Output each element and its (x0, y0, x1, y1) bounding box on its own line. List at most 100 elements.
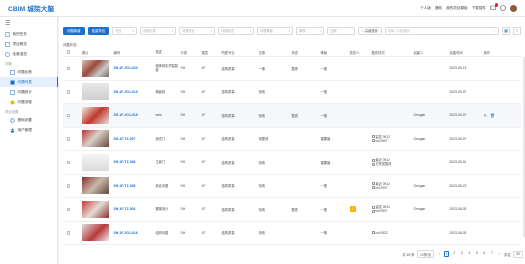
issue-photo[interactable] (81, 59, 109, 77)
sidebar-item-panorama[interactable]: 全景漫游 (0, 49, 58, 59)
page-number[interactable]: 3 (459, 251, 464, 257)
table-row[interactable]: SH-1F-TZ-005 综合问题 SH 1F 结构质量 待改 一般 最近 0912 cst 0… (63, 175, 521, 198)
checkbox-icon (371, 182, 375, 186)
batch-export-button[interactable]: 批量导出 (87, 26, 110, 35)
page-number[interactable]: 2 (452, 251, 457, 257)
filter-discipline[interactable]: 问题专业 ▾ (179, 26, 216, 35)
list-view-icon[interactable]: ≡ (513, 26, 521, 35)
page-size-select[interactable]: 10条/页 (417, 250, 435, 258)
issue-major: 结构质量 (221, 137, 235, 142)
sidebar-item-stats[interactable]: 问题统计 (0, 87, 58, 97)
sidebar-item-users[interactable]: 用户管理 (0, 125, 58, 135)
sidebar-item-label: 问题流程 (17, 99, 32, 104)
issue-position: 待改 (258, 113, 266, 118)
table-row[interactable]: SH-1F-JG1-020 墙体抹灰开裂裂缝 SH 1F 结构质量 一般 整改 一般 2023-… (63, 57, 521, 81)
sidebar-item-flow[interactable]: 问题流程 (0, 97, 58, 107)
message-icon[interactable] (490, 3, 498, 11)
advanced-search-button[interactable]: ⌕ 高级搜索 (358, 26, 382, 35)
row-checkbox[interactable] (63, 184, 72, 188)
issue-photo[interactable] (81, 177, 109, 195)
issue-level: 重要级 (320, 160, 331, 165)
page-number[interactable]: 5 (474, 251, 479, 257)
help-icon[interactable] (500, 5, 506, 11)
grid-view-icon[interactable]: ▦ (502, 26, 510, 35)
issue-creator: Gengan (413, 207, 426, 212)
issue-level: 一般 (320, 113, 328, 118)
row-checkbox[interactable] (63, 66, 72, 70)
top-bar: CBIM 城院大脑 个人版 通知 我的项目模板 下载插件 (0, 0, 525, 17)
filter-status[interactable]: 问题状态 ▾ (218, 26, 255, 35)
next-page-icon[interactable]: › (497, 252, 502, 256)
photo-cell[interactable] (72, 106, 112, 124)
sidebar-item-issue-list[interactable]: 问题列表 (0, 77, 58, 87)
issue-code-link[interactable]: SH-1F-JG1-016 (112, 231, 154, 235)
page-number[interactable]: 4 (467, 251, 472, 257)
menu-collapse-icon[interactable]: ☰ (5, 20, 10, 27)
issue-photo[interactable] (81, 224, 109, 242)
issue-code-link[interactable]: SH-1F-JG1-019 (112, 90, 154, 94)
issue-photo[interactable] (81, 130, 109, 148)
sidebar-item-ledger[interactable]: 问题台账 (0, 67, 58, 77)
top-link-notice[interactable]: 通知 (435, 6, 442, 11)
filter-review[interactable]: 审核 ▾ (296, 26, 325, 35)
issue-code-link[interactable]: SH-1F-JG1-020 (112, 66, 154, 70)
col-category: 分类 (180, 50, 188, 55)
row-checkbox[interactable] (63, 231, 72, 235)
delete-icon[interactable]: 🗑 (490, 113, 495, 118)
filter-review-placeholder: 审核 (299, 29, 306, 33)
table-row[interactable]: SH-1F-TZ-007 测试门 SH 1F 结构质量 待整改 重要级 监控 0912 cst … (63, 128, 521, 151)
table-row[interactable]: SH-1F-TZ-003 楼梯设计 SH 1F 结构质量 待改 整改 一般! 监控 0912 cs… (63, 198, 521, 222)
col-fix: 整改情况 (371, 50, 385, 55)
issue-photo[interactable] (81, 153, 109, 171)
photo-cell[interactable] (72, 59, 112, 77)
photo-cell[interactable] (72, 153, 112, 171)
row-checkbox[interactable] (63, 160, 72, 164)
issue-photo[interactable] (81, 83, 109, 101)
page-number[interactable]: 6 (482, 251, 487, 257)
photo-cell[interactable] (72, 130, 112, 148)
photo-cell[interactable] (72, 177, 112, 195)
row-checkbox[interactable] (63, 137, 72, 141)
filter-category[interactable]: 问题分类 ▾ (140, 26, 177, 35)
table-row[interactable]: SH-1F-JG1-019 墙面抹 SH 1F 结构质量 待改 一般 2023-09-07 (63, 81, 521, 104)
sidebar-group-settings: 项目设置 (5, 109, 19, 114)
page-number[interactable]: 7 (489, 251, 494, 257)
table-row[interactable]: SH-1F-TZ-006 立面门 SH 1F 结构质量 待改 重要级 最近 0912 已完成整改… (63, 151, 521, 175)
issue-photo[interactable] (81, 106, 109, 124)
photo-cell[interactable] (72, 200, 112, 218)
search-input[interactable]: 请输入问题编号 ⌕ (384, 26, 499, 35)
select-all-checkbox[interactable] (63, 50, 72, 54)
sidebar-item-my-tasks[interactable]: 我的任务 (0, 29, 58, 39)
prev-page-icon[interactable]: ‹ (437, 252, 442, 256)
logo[interactable]: CBIM 城院大脑 (0, 3, 58, 13)
page-number[interactable]: 1 (444, 251, 450, 257)
filter-date[interactable]: 日期 (327, 26, 356, 35)
photo-cell[interactable] (72, 224, 112, 242)
fix-entry: cst 0907 (371, 209, 413, 213)
jump-input[interactable]: 50 (513, 250, 523, 258)
sidebar-item-overview[interactable]: 项目概览 (0, 39, 58, 49)
row-checkbox[interactable] (63, 207, 72, 211)
top-link-template[interactable]: 我的项目模板 (446, 6, 468, 11)
issue-code-link[interactable]: SH-1F-TZ-003 (112, 207, 154, 211)
top-link-personal[interactable]: 个人版 (420, 6, 431, 11)
issue-code-link[interactable]: SH-1F-TZ-007 (112, 137, 154, 141)
new-issue-button[interactable]: 问题新增 (63, 26, 85, 35)
sidebar-item-basic-settings[interactable]: 基础设置 (0, 115, 58, 125)
issue-code-link[interactable]: SH-1F-TZ-005 (112, 184, 154, 188)
table-row[interactable]: SH-1F-JG1-016 结构问题 SH 1F 结构质量 待改 一般 cst 0922 202… (63, 222, 521, 245)
row-checkbox[interactable] (63, 90, 72, 94)
filter-major[interactable]: 专业 ▾ (112, 26, 138, 35)
filter-level[interactable]: 问题等级 ▾ (257, 26, 294, 35)
top-link-download[interactable]: 下载插件 (472, 6, 486, 11)
photo-cell[interactable] (72, 83, 112, 101)
avatar[interactable] (510, 4, 517, 12)
table-row[interactable]: SH-1F-JG1-018 weiz SH 1F 结构质量 待改 整改 一般 Gengan 202… (63, 104, 521, 128)
issue-position: 待改 (258, 231, 266, 236)
issue-photo[interactable] (81, 200, 109, 218)
issue-code-link[interactable]: SH-1F-TZ-006 (112, 160, 154, 164)
col-code[interactable]: 编号 (112, 50, 154, 55)
row-checkbox[interactable] (63, 113, 72, 117)
edit-icon[interactable]: ✎ (484, 113, 487, 118)
issue-code-link[interactable]: SH-1F-JG1-018 (112, 113, 154, 117)
